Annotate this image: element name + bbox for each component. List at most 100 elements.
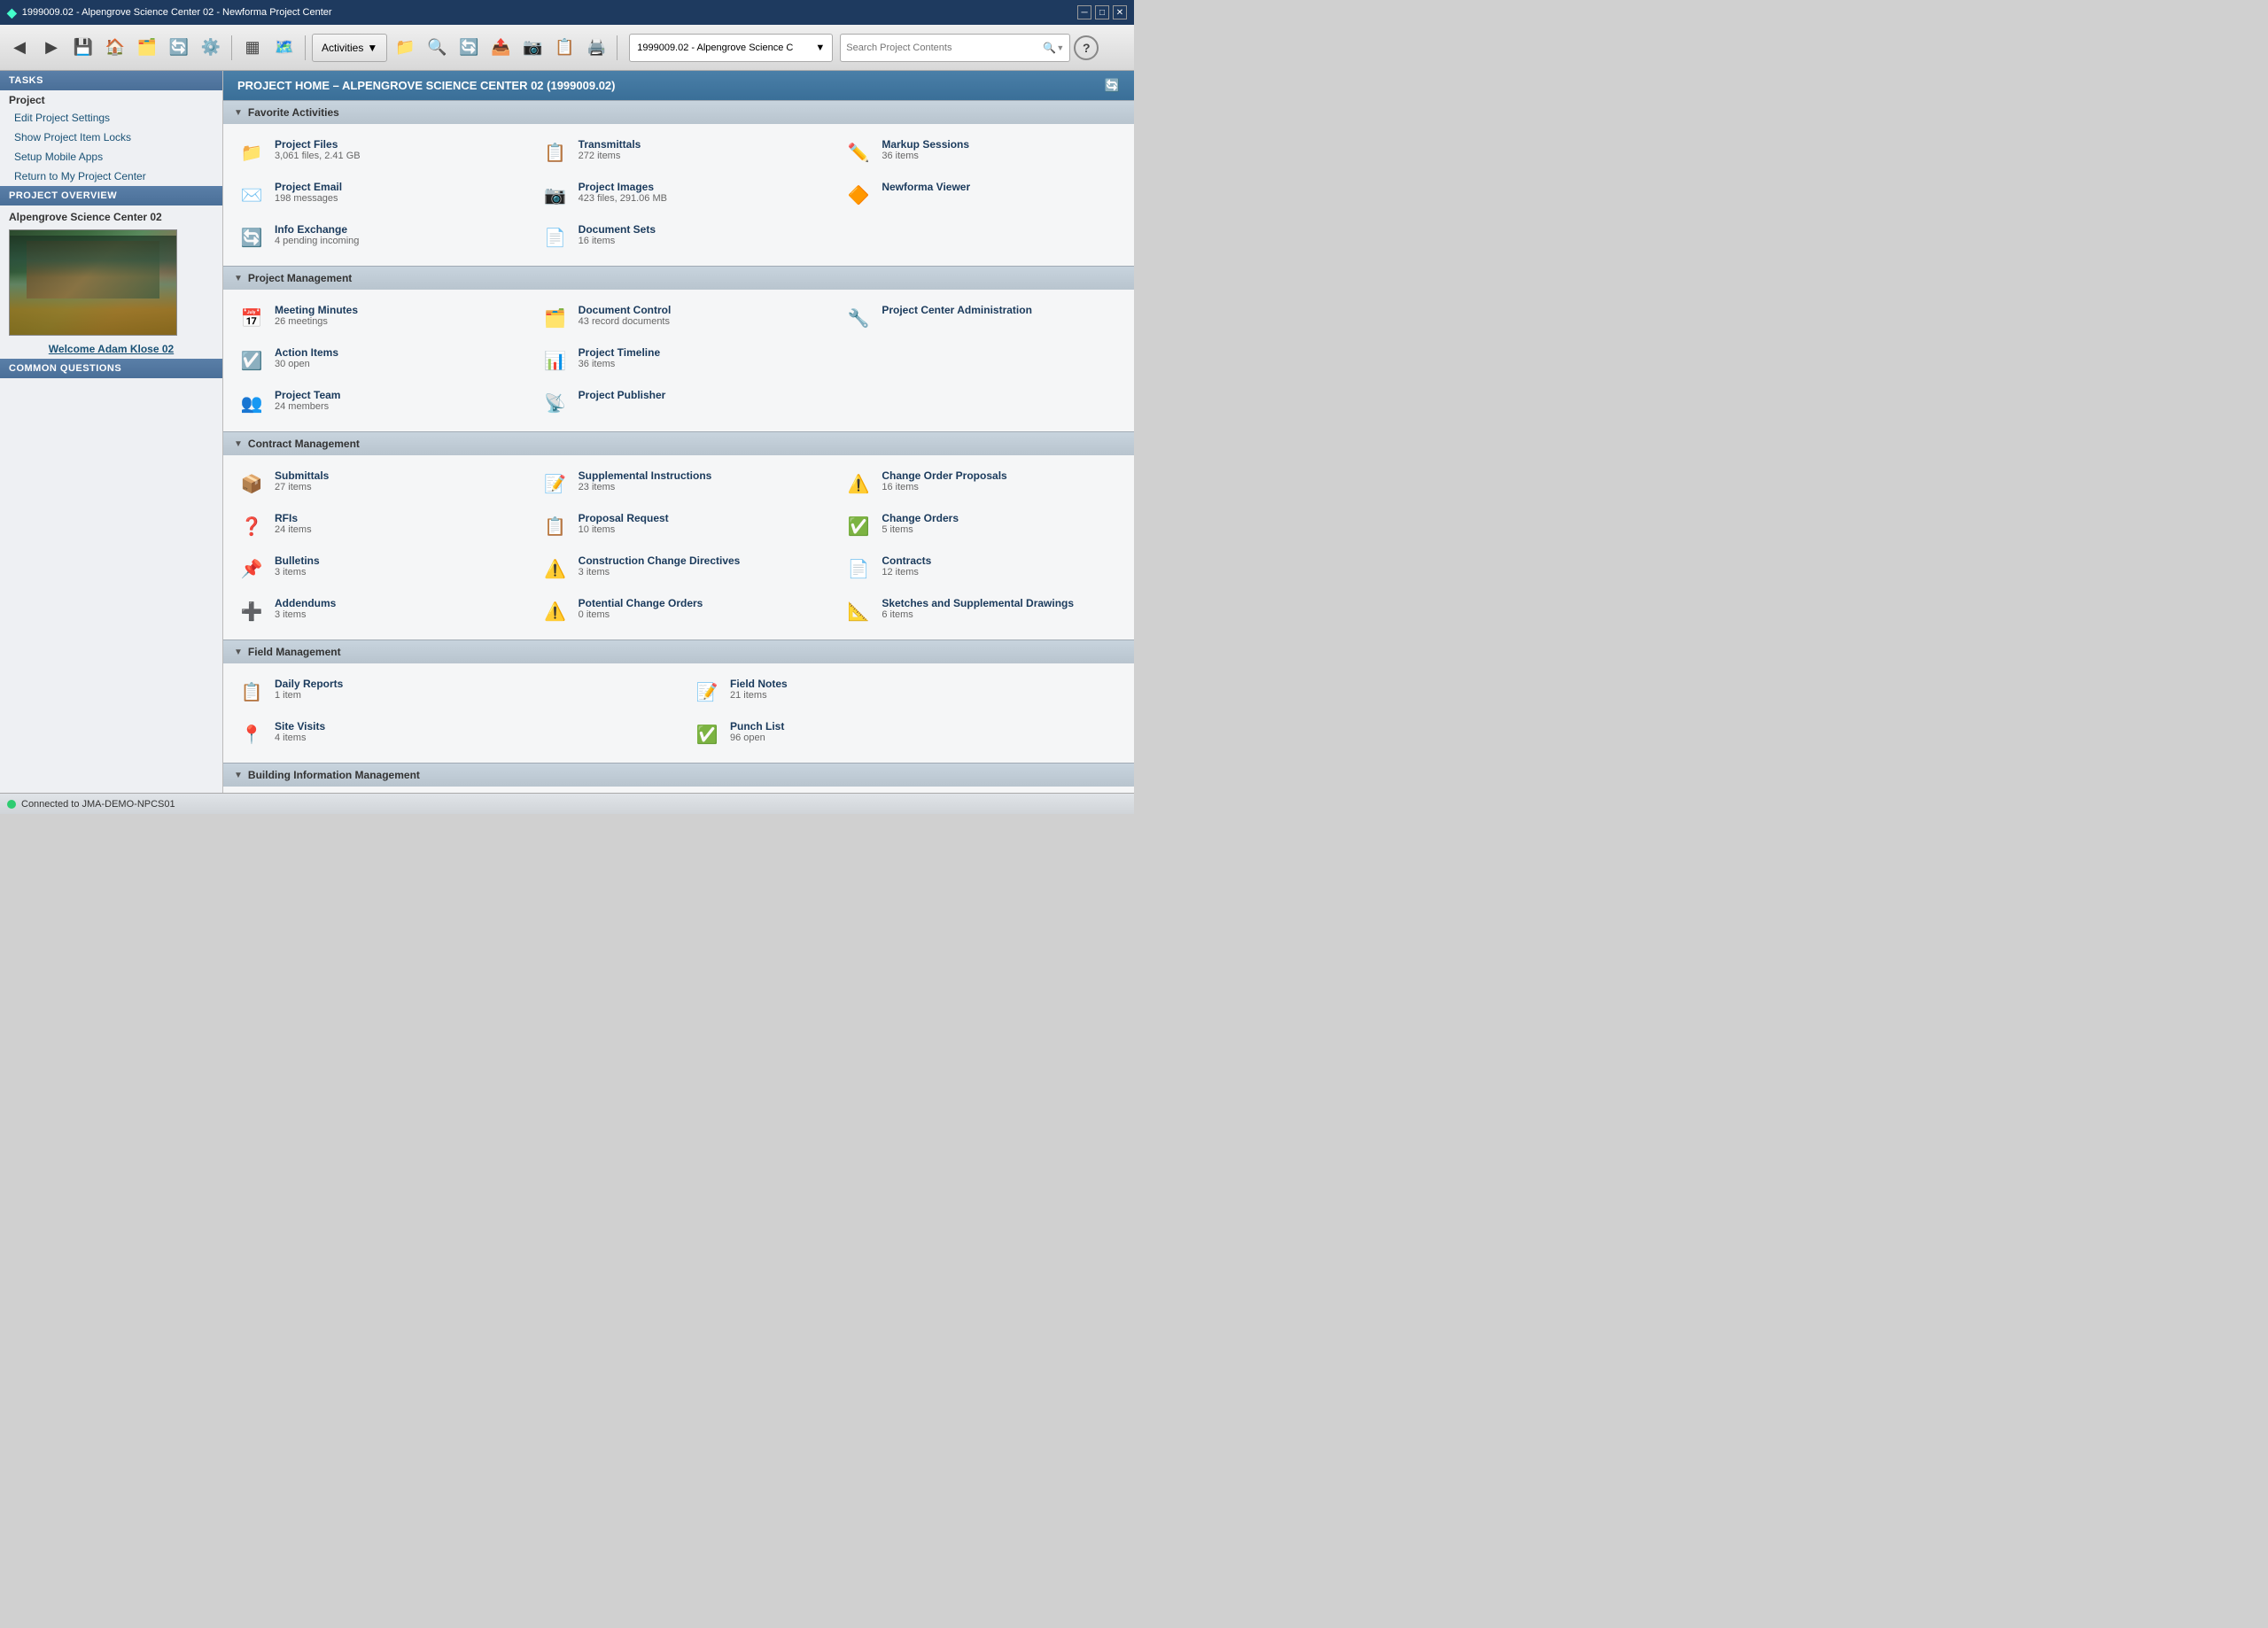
search-box[interactable]: 🔍 ▼ <box>840 34 1070 62</box>
list-item[interactable]: 🔧 Project Center Administration <box>830 297 1134 339</box>
list-item[interactable]: ⚠️ Construction Change Directives 3 item… <box>527 547 831 590</box>
meeting-minutes-sub: 26 meetings <box>275 316 358 327</box>
project-team-name: Project Team <box>275 389 340 401</box>
sidebar-item-setup-mobile[interactable]: Setup Mobile Apps <box>0 147 222 167</box>
list-item[interactable]: 📋 Proposal Request 10 items <box>527 505 831 547</box>
list-item[interactable]: 📋 Daily Reports 1 item <box>223 671 679 713</box>
bim-section: ▼ Building Information Management 🏗️ Mod… <box>223 763 1134 793</box>
sidebar-item-show-locks[interactable]: Show Project Item Locks <box>0 128 222 147</box>
minimize-button[interactable]: ─ <box>1077 5 1091 19</box>
list-item[interactable]: ✉️ Project Email 198 messages <box>223 174 527 216</box>
site-visits-icon: 📍 <box>237 720 266 748</box>
list-item[interactable]: 📍 Site Visits 4 items <box>223 713 679 756</box>
bulletins-sub: 3 items <box>275 567 320 578</box>
list-item[interactable]: 📅 Meeting Minutes 26 meetings <box>223 297 527 339</box>
list-item[interactable]: ✏️ Markup Sessions 36 items <box>830 131 1134 174</box>
info-exchange-icon: 🔄 <box>237 223 266 252</box>
list-item[interactable]: 🗂️ Document Control 43 record documents <box>527 297 831 339</box>
addendums-name: Addendums <box>275 597 336 609</box>
action-items-name: Action Items <box>275 346 338 359</box>
punch-list-sub: 96 open <box>730 733 784 743</box>
list-item[interactable]: 🔶 Newforma Viewer <box>830 174 1134 216</box>
project-files-sub: 3,061 files, 2.41 GB <box>275 151 361 161</box>
project-files-name: Project Files <box>275 138 361 151</box>
list-item[interactable]: 📊 Project Timeline 36 items <box>527 339 831 382</box>
punch-list-name: Punch List <box>730 720 784 733</box>
help-button[interactable]: ? <box>1074 35 1099 60</box>
search-input[interactable] <box>846 43 1043 53</box>
document-sets-sub: 16 items <box>579 236 656 246</box>
list-item[interactable]: 📦 Submittals 27 items <box>223 462 527 505</box>
addendums-icon: ➕ <box>237 597 266 625</box>
info-exchange-name: Info Exchange <box>275 223 359 236</box>
content-area: PROJECT HOME – ALPENGROVE SCIENCE CENTER… <box>223 71 1134 793</box>
list-item[interactable]: ✅ Change Orders 5 items <box>830 505 1134 547</box>
print-button[interactable]: 🖨️ <box>582 34 610 62</box>
favorite-activities-header: ▼ Favorite Activities <box>223 100 1134 124</box>
list-item[interactable]: ✅ Punch List 96 open <box>679 713 1134 756</box>
field-notes-icon: 📝 <box>693 678 721 706</box>
list-item[interactable]: 📋 Transmittals 272 items <box>527 131 831 174</box>
project-management-title: Project Management <box>248 272 352 284</box>
exchange-button[interactable]: 🔄 <box>454 34 483 62</box>
transmittals-sub: 272 items <box>579 151 641 161</box>
addendums-sub: 3 items <box>275 609 336 620</box>
content-header: PROJECT HOME – ALPENGROVE SCIENCE CENTER… <box>223 71 1134 100</box>
refresh-icon[interactable]: 🔄 <box>1105 78 1120 93</box>
forward-button[interactable]: ▶ <box>37 34 66 62</box>
refresh-button[interactable]: 🔄 <box>165 34 193 62</box>
project-center-admin-icon: 🔧 <box>844 304 873 332</box>
transmittals-icon: 📋 <box>541 138 570 167</box>
list-item[interactable]: 📄 Contracts 12 items <box>830 547 1134 590</box>
list-item[interactable]: 📷 Project Images 423 files, 291.06 MB <box>527 174 831 216</box>
projects-button[interactable]: 🗂️ <box>133 34 161 62</box>
field-notes-sub: 21 items <box>730 690 788 701</box>
search-globe-button[interactable]: 🔍 <box>423 34 451 62</box>
back-button[interactable]: ◀ <box>5 34 34 62</box>
list-item[interactable]: ☑️ Action Items 30 open <box>223 339 527 382</box>
sketches-sub: 6 items <box>882 609 1074 620</box>
separator-2 <box>305 35 306 60</box>
project-email-name: Project Email <box>275 181 342 193</box>
activities-dropdown[interactable]: Activities ▼ <box>312 34 387 62</box>
document-sets-icon: 📄 <box>541 223 570 252</box>
folder-button[interactable]: 📁 <box>391 34 419 62</box>
grid-button[interactable]: ▦ <box>238 34 267 62</box>
list-item[interactable]: ➕ Addendums 3 items <box>223 590 527 632</box>
list-item[interactable]: ⚠️ Change Order Proposals 16 items <box>830 462 1134 505</box>
settings-button[interactable]: ⚙️ <box>197 34 225 62</box>
list-item[interactable]: ⚠️ Potential Change Orders 0 items <box>527 590 831 632</box>
potential-change-orders-icon: ⚠️ <box>541 597 570 625</box>
close-button[interactable]: ✕ <box>1113 5 1127 19</box>
list-item[interactable]: 🔄 Info Exchange 4 pending incoming <box>223 216 527 259</box>
copy-button[interactable]: 📋 <box>550 34 579 62</box>
sidebar-item-edit-project[interactable]: Edit Project Settings <box>0 108 222 128</box>
list-item[interactable]: 📡 Project Publisher <box>527 382 831 424</box>
sketches-name: Sketches and Supplemental Drawings <box>882 597 1074 609</box>
list-item[interactable]: 📁 Project Files 3,061 files, 2.41 GB <box>223 131 527 174</box>
common-questions-title: COMMON QUESTIONS <box>0 359 222 378</box>
submittals-sub: 27 items <box>275 482 329 492</box>
bim-arrow-icon: ▼ <box>234 771 243 780</box>
camera-button[interactable]: 📷 <box>518 34 547 62</box>
home-button[interactable]: 🏠 <box>101 34 129 62</box>
list-item[interactable]: 👥 Project Team 24 members <box>223 382 527 424</box>
app-logo-icon: ◆ <box>7 5 17 20</box>
search-dropdown-icon[interactable]: ▼ <box>1056 43 1064 52</box>
maximize-button[interactable]: □ <box>1095 5 1109 19</box>
list-item[interactable]: 📐 Sketches and Supplemental Drawings 6 i… <box>830 590 1134 632</box>
project-selector[interactable]: 1999009.02 - Alpengrove Science C ▼ <box>629 34 833 62</box>
transmit-button[interactable]: 📤 <box>486 34 515 62</box>
list-item[interactable]: 📝 Field Notes 21 items <box>679 671 1134 713</box>
action-items-icon: ☑️ <box>237 346 266 375</box>
welcome-text[interactable]: Welcome Adam Klose 02 <box>0 339 222 359</box>
list-item[interactable]: 📝 Supplemental Instructions 23 items <box>527 462 831 505</box>
map-button[interactable]: 🗺️ <box>270 34 299 62</box>
sidebar-item-return[interactable]: Return to My Project Center <box>0 167 222 186</box>
list-item[interactable]: 📌 Bulletins 3 items <box>223 547 527 590</box>
search-icon[interactable]: 🔍 <box>1043 42 1056 54</box>
separator-1 <box>231 35 232 60</box>
list-item[interactable]: ❓ RFIs 24 items <box>223 505 527 547</box>
list-item[interactable]: 📄 Document Sets 16 items <box>527 216 831 259</box>
save-button[interactable]: 💾 <box>69 34 97 62</box>
